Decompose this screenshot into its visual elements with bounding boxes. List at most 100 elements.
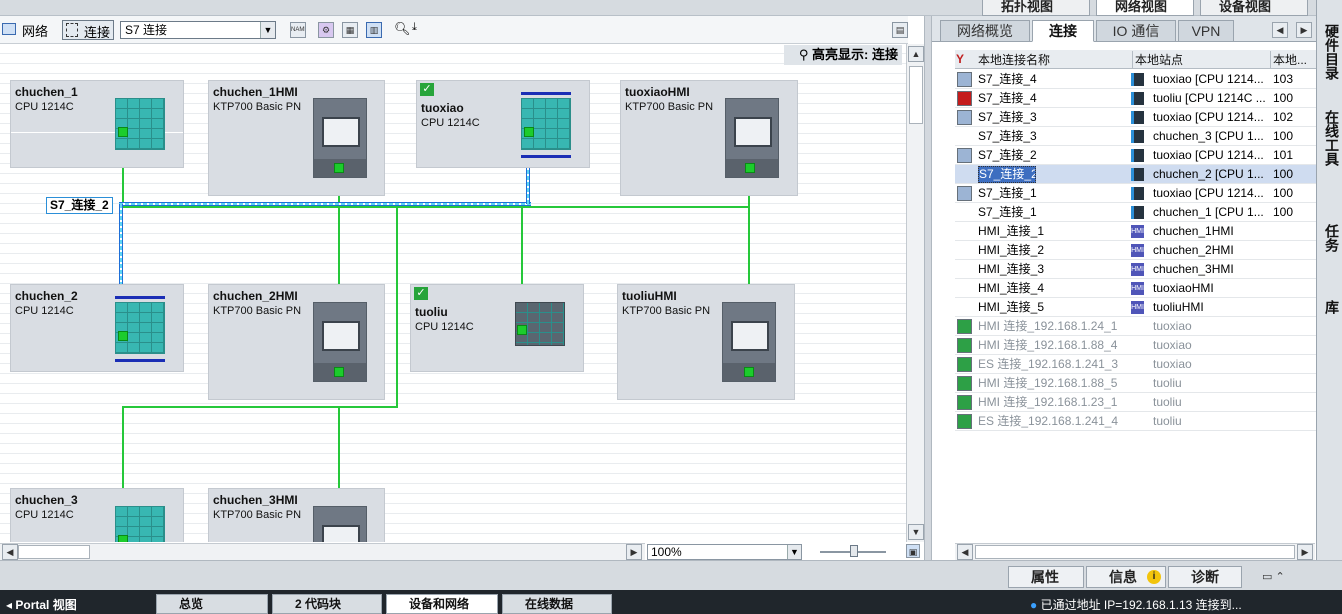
connection-type-select[interactable]: S7 连接 ▼: [120, 21, 276, 39]
table-row[interactable]: S7_连接_2 chuchen_2 [CPU 1... 100: [955, 165, 1316, 184]
table-row[interactable]: HMI_连接_5 HMI tuoliuHMI: [955, 298, 1316, 317]
table-row[interactable]: HMI_连接_2 HMI chuchen_2HMI: [955, 241, 1316, 260]
scroll-right-icon[interactable]: ▶: [626, 544, 642, 560]
zoom-icon[interactable]: 🔍︎: [394, 21, 411, 37]
cpu-module-icon[interactable]: [115, 98, 165, 150]
profinet-port[interactable]: [745, 163, 755, 173]
row-local-name[interactable]: HMI_连接_3: [978, 260, 1128, 279]
table-row[interactable]: S7_连接_4 tuoliu [CPU 1214C ... 100: [955, 89, 1316, 108]
s7-connection-highlight[interactable]: [119, 202, 531, 206]
side-tab-tasks[interactable]: 任务: [1322, 224, 1342, 252]
profinet-port[interactable]: [517, 325, 527, 335]
task-overview[interactable]: 总览: [156, 594, 268, 614]
scroll-left-icon[interactable]: ◀: [957, 544, 973, 560]
device-chuchen-3hmi[interactable]: chuchen_3HMI KTP700 Basic PN: [208, 488, 385, 542]
device-chuchen-1hmi[interactable]: chuchen_1HMI KTP700 Basic PN: [208, 80, 385, 196]
scroll-left-icon[interactable]: ◀: [2, 544, 18, 560]
profinet-port[interactable]: [524, 127, 534, 137]
row-local-name[interactable]: HMI 连接_192.168.1.24_1: [978, 317, 1128, 336]
table-row[interactable]: HMI_连接_1 HMI chuchen_1HMI: [955, 222, 1316, 241]
scroll-thumb[interactable]: [975, 545, 1295, 559]
tab-connections[interactable]: 连接: [1032, 20, 1094, 42]
row-local-name[interactable]: HMI_连接_4: [978, 279, 1128, 298]
task-online-data[interactable]: 在线数据: [502, 594, 612, 614]
tab-network-view[interactable]: 网络视图: [1096, 0, 1194, 16]
scroll-right-icon[interactable]: ▶: [1297, 544, 1313, 560]
panel-splitter[interactable]: [924, 16, 932, 560]
table-row[interactable]: HMI 连接_192.168.1.24_1 tuoxiao: [955, 317, 1316, 336]
row-local-name[interactable]: S7_连接_4: [978, 70, 1128, 89]
tab-device-view[interactable]: 设备视图: [1200, 0, 1308, 16]
col-local-name[interactable]: 本地连接名称: [978, 51, 1128, 69]
table-row[interactable]: ES 连接_192.168.1.241_4 tuoliu: [955, 412, 1316, 431]
profinet-port[interactable]: [118, 127, 128, 137]
side-tab-library[interactable]: 库: [1322, 300, 1342, 314]
download-icon[interactable]: ⤓: [412, 21, 417, 34]
table-row[interactable]: S7_连接_3 chuchen_3 [CPU 1... 100: [955, 127, 1316, 146]
row-local-name[interactable]: S7_连接_3: [978, 108, 1128, 127]
row-local-name[interactable]: S7_连接_1: [978, 184, 1128, 203]
row-local-name[interactable]: S7_连接_2: [978, 146, 1128, 165]
row-local-name[interactable]: HMI_连接_2: [978, 241, 1128, 260]
device-chuchen-2hmi[interactable]: chuchen_2HMI KTP700 Basic PN: [208, 284, 385, 400]
row-local-name[interactable]: S7_连接_2: [978, 166, 1036, 183]
network-settings-icon[interactable]: ⚙: [318, 22, 334, 38]
connect-button[interactable]: 连接: [62, 20, 114, 40]
tab-scroll-right-icon[interactable]: ▶: [1296, 22, 1312, 38]
scroll-thumb[interactable]: [18, 545, 90, 559]
table-row[interactable]: S7_连接_1 chuchen_1 [CPU 1... 100: [955, 203, 1316, 222]
device-tuoliu[interactable]: tuoliu CPU 1214C ✓: [410, 284, 584, 372]
overview-navigation-icon[interactable]: ▣: [906, 544, 920, 558]
tab-topology-view[interactable]: 拓扑视图: [982, 0, 1090, 16]
table-row[interactable]: HMI_连接_3 HMI chuchen_3HMI: [955, 260, 1316, 279]
device-chuchen-3[interactable]: chuchen_3 CPU 1214C: [10, 488, 184, 542]
tab-scroll-left-icon[interactable]: ◀: [1272, 22, 1288, 38]
connection-label-bubble[interactable]: S7_连接_2: [46, 197, 113, 214]
row-local-name[interactable]: S7_连接_3: [978, 127, 1128, 146]
scroll-thumb[interactable]: [909, 66, 923, 124]
profinet-port[interactable]: [118, 535, 128, 542]
table-horizontal-scrollbar[interactable]: ◀ ▶: [955, 543, 1315, 560]
tab-vpn[interactable]: VPN: [1178, 20, 1234, 42]
device-tuoxiao[interactable]: tuoxiao CPU 1214C ✓: [416, 80, 590, 168]
table-row[interactable]: S7_连接_3 tuoxiao [CPU 1214... 102: [955, 108, 1316, 127]
table-row[interactable]: S7_连接_4 tuoxiao [CPU 1214... 103: [955, 70, 1316, 89]
tab-properties[interactable]: 属性: [1008, 566, 1084, 588]
scroll-up-icon[interactable]: ▲: [908, 46, 924, 62]
col-local-station[interactable]: 本地站点: [1132, 51, 1268, 69]
table-row[interactable]: S7_连接_1 tuoxiao [CPU 1214... 100: [955, 184, 1316, 203]
table-row[interactable]: HMI 连接_192.168.1.23_1 tuoliu: [955, 393, 1316, 412]
profinet-port[interactable]: [334, 367, 344, 377]
table-row[interactable]: HMI_连接_4 HMI tuoxiaoHMI: [955, 279, 1316, 298]
row-local-name[interactable]: HMI 连接_192.168.1.88_5: [978, 374, 1128, 393]
tab-io-communication[interactable]: IO 通信: [1096, 20, 1176, 42]
profinet-port[interactable]: [334, 163, 344, 173]
task-code-blocks[interactable]: 2 代码块: [272, 594, 382, 614]
canvas-vertical-scrollbar[interactable]: ▲ ▼: [906, 44, 924, 542]
row-local-name[interactable]: HMI 连接_192.168.1.23_1: [978, 393, 1128, 412]
row-local-name[interactable]: HMI 连接_192.168.1.88_4: [978, 336, 1128, 355]
row-local-name[interactable]: S7_连接_4: [978, 89, 1128, 108]
rename-icon[interactable]: NAME: [290, 22, 306, 38]
cpu-module-icon[interactable]: [521, 98, 571, 150]
hmi-panel-icon[interactable]: [313, 506, 367, 542]
cpu-module-icon[interactable]: [115, 302, 165, 354]
table-row[interactable]: S7_连接_2 tuoxiao [CPU 1214... 101: [955, 146, 1316, 165]
canvas-horizontal-scrollbar[interactable]: ◀ ▶: [0, 543, 645, 560]
row-local-name[interactable]: ES 连接_192.168.1.241_4: [978, 412, 1128, 431]
network-button[interactable]: 网络: [22, 21, 48, 40]
device-tuoliuhmi[interactable]: tuoliuHMI KTP700 Basic PN: [617, 284, 795, 400]
cpu-module-icon[interactable]: [515, 302, 565, 346]
network-canvas[interactable]: ⚲ 高亮显示: 连接 S7_连接_2 chuchen_1 CPU 1214C c…: [0, 44, 906, 542]
scroll-down-icon[interactable]: ▼: [908, 524, 924, 540]
zoom-select[interactable]: 100% ▼: [647, 544, 802, 560]
device-chuchen-2[interactable]: chuchen_2 CPU 1214C: [10, 284, 184, 372]
window-controls-icon[interactable]: ▭ ⌃: [1262, 570, 1285, 583]
grid-icon[interactable]: ▦: [342, 22, 358, 38]
profinet-port[interactable]: [744, 367, 754, 377]
side-tab-online-tools[interactable]: 在线工具: [1322, 110, 1342, 166]
table-row[interactable]: ES 连接_192.168.1.241_3 tuoxiao: [955, 355, 1316, 374]
table-row[interactable]: HMI 连接_192.168.1.88_4 tuoxiao: [955, 336, 1316, 355]
row-local-name[interactable]: HMI_连接_5: [978, 298, 1128, 317]
side-tab-hardware-catalog[interactable]: 硬件目录: [1322, 24, 1342, 80]
